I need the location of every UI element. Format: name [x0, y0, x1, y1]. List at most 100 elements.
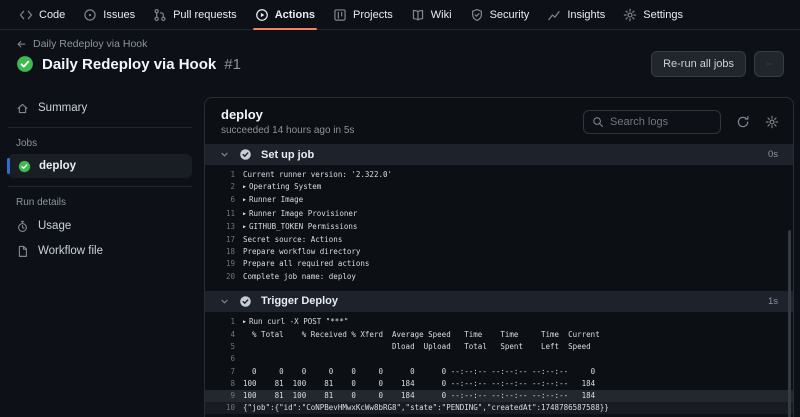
log-line[interactable]: 13▶GITHUB_TOKEN Permissions — [205, 221, 793, 234]
log-text: ▶Run curl -X POST "***" — [243, 316, 348, 329]
log-line[interactable]: 5 Dload Upload Total Spent Left Speed — [205, 341, 793, 353]
nav-item-label: Pull requests — [173, 9, 237, 21]
line-number[interactable]: 10 — [205, 402, 243, 414]
log-text: ▶GITHUB_TOKEN Permissions — [243, 221, 357, 234]
sidebar-item-usage[interactable]: Usage — [0, 215, 200, 237]
log-line[interactable]: 4 % Total % Received % Xferd Average Spe… — [205, 329, 793, 341]
sidebar: SummaryJobsdeployRun detailsUsageWorkflo… — [0, 88, 200, 417]
line-number[interactable]: 6 — [205, 353, 243, 365]
step-header-set-up-job[interactable]: Set up job0s — [205, 144, 793, 165]
run-number: #1 — [224, 56, 241, 73]
log-line[interactable]: 17Secret source: Actions — [205, 234, 793, 246]
search-logs-input[interactable] — [610, 116, 712, 128]
step-set-up-job: Set up job0s1Current runner version: '2.… — [205, 144, 793, 287]
breadcrumb[interactable]: Daily Redeploy via Hook — [16, 38, 241, 50]
log-line[interactable]: 11▶Runner Image Provisioner — [205, 208, 793, 221]
kebab-menu-button[interactable] — [754, 51, 784, 77]
line-number[interactable]: 20 — [205, 271, 243, 283]
run-header: Daily Redeploy via Hook Daily Redeploy v… — [0, 30, 800, 88]
arrow-left-icon — [16, 39, 27, 50]
nav-item-label: Security — [490, 9, 530, 21]
line-number[interactable]: 2 — [205, 181, 243, 194]
log-line[interactable]: 9100 81 100 81 0 0 184 0 --:--:-- --:--:… — [205, 390, 793, 402]
projects-icon — [333, 8, 347, 22]
nav-item-settings[interactable]: Settings — [614, 0, 692, 29]
step-name: Trigger Deploy — [261, 295, 338, 307]
log-settings-gear-icon[interactable] — [765, 115, 779, 129]
stopwatch-icon — [16, 220, 29, 233]
line-number[interactable]: 19 — [205, 258, 243, 270]
log-line[interactable]: 19Prepare all required actions — [205, 258, 793, 270]
step-duration: 1s — [768, 296, 778, 307]
line-number[interactable]: 13 — [205, 221, 243, 234]
nav-item-insights[interactable]: Insights — [538, 0, 614, 29]
line-number[interactable]: 9 — [205, 390, 243, 402]
log-line[interactable]: 20Complete job name: deploy — [205, 271, 793, 283]
nav-item-issues[interactable]: Issues — [74, 0, 144, 29]
nav-item-code[interactable]: Code — [10, 0, 74, 29]
log-line[interactable]: 1▶Run curl -X POST "***" — [205, 316, 793, 329]
sidebar-job-deploy[interactable]: deploy — [8, 154, 192, 178]
chevron-down-icon — [219, 296, 230, 307]
log-line[interactable]: 6 — [205, 353, 793, 365]
code-icon — [19, 8, 33, 22]
actions-run-page: CodeIssues Pull requests ActionsProjects Wi… — [0, 0, 800, 417]
search-icon — [592, 116, 604, 128]
log-line[interactable]: 8100 81 100 81 0 0 184 0 --:--:-- --:--:… — [205, 378, 793, 390]
sidebar-item-label: Summary — [38, 102, 87, 114]
expand-group-icon[interactable]: ▶ — [243, 221, 246, 233]
expand-group-icon[interactable]: ▶ — [243, 316, 246, 328]
log-text: ▶Runner Image — [243, 194, 303, 207]
log-line[interactable]: 1Current runner version: '2.322.0' — [205, 169, 793, 181]
job-log-panel: deploy succeeded 14 hours ago in 5s Set … — [200, 88, 800, 417]
nav-item-pull-requests[interactable]: Pull requests — [144, 0, 246, 29]
line-number[interactable]: 1 — [205, 316, 243, 329]
expand-group-icon[interactable]: ▶ — [243, 181, 246, 193]
refresh-icon[interactable] — [736, 115, 750, 129]
file-icon — [16, 245, 29, 258]
step-name: Set up job — [261, 149, 314, 161]
nav-item-security[interactable]: Security — [461, 0, 539, 29]
nav-item-wiki[interactable]: Wiki — [402, 0, 461, 29]
log-text: 100 81 100 81 0 0 184 0 --:--:-- --:--:-… — [243, 378, 595, 390]
log-line[interactable]: 18Prepare workflow directory — [205, 246, 793, 258]
line-number[interactable]: 6 — [205, 194, 243, 207]
log-line[interactable]: 7 0 0 0 0 0 0 0 0 --:--:-- --:--:-- --:-… — [205, 366, 793, 378]
page-title: Daily Redeploy via Hook — [42, 56, 216, 73]
sidebar-item-label: Usage — [38, 220, 71, 232]
sidebar-item-summary[interactable]: Summary — [0, 97, 200, 119]
jobs-section-label: Jobs — [0, 136, 200, 153]
line-number[interactable]: 8 — [205, 378, 243, 390]
expand-group-icon[interactable]: ▶ — [243, 208, 246, 220]
divider — [8, 186, 192, 187]
nav-item-label: Settings — [643, 9, 683, 21]
line-number[interactable]: 7 — [205, 366, 243, 378]
expand-group-icon[interactable]: ▶ — [243, 194, 246, 206]
log-line[interactable]: 6▶Runner Image — [205, 194, 793, 207]
nav-item-projects[interactable]: Projects — [324, 0, 402, 29]
rerun-all-jobs-button[interactable]: Re-run all jobs — [651, 51, 746, 77]
log-text: Secret source: Actions — [243, 234, 342, 246]
breadcrumb-label: Daily Redeploy via Hook — [33, 38, 147, 50]
step-header-trigger-deploy[interactable]: Trigger Deploy 1s — [205, 291, 793, 312]
wiki-icon — [411, 8, 425, 22]
log-text: 100 81 100 81 0 0 184 0 --:--:-- --:--:-… — [243, 390, 595, 402]
sidebar-item-workflow-file[interactable]: Workflow file — [0, 240, 200, 262]
step-trigger-deploy: Trigger Deploy 1s 1▶Run curl -X POST "***"… — [205, 291, 793, 417]
line-number[interactable]: 18 — [205, 246, 243, 258]
search-logs-box[interactable] — [583, 110, 721, 134]
line-number[interactable]: 1 — [205, 169, 243, 181]
nav-item-actions[interactable]: Actions — [246, 0, 324, 29]
step-lines: 1Current runner version: '2.322.0'2▶Oper… — [205, 165, 793, 287]
line-number[interactable]: 17 — [205, 234, 243, 246]
issues-icon — [83, 8, 97, 22]
log-line[interactable]: 2▶Operating System — [205, 181, 793, 194]
log-scrollbar[interactable] — [788, 230, 791, 417]
job-status-line: succeeded 14 hours ago in 5s — [221, 125, 354, 136]
log-line[interactable]: 10{"job":{"id":"CoNPBevHMwxKcWw8bRG8","s… — [205, 402, 793, 414]
nav-item-label: Wiki — [431, 9, 452, 21]
line-number[interactable]: 4 — [205, 329, 243, 341]
line-number[interactable]: 5 — [205, 341, 243, 353]
check-circle-green-icon — [18, 160, 31, 173]
line-number[interactable]: 11 — [205, 208, 243, 221]
